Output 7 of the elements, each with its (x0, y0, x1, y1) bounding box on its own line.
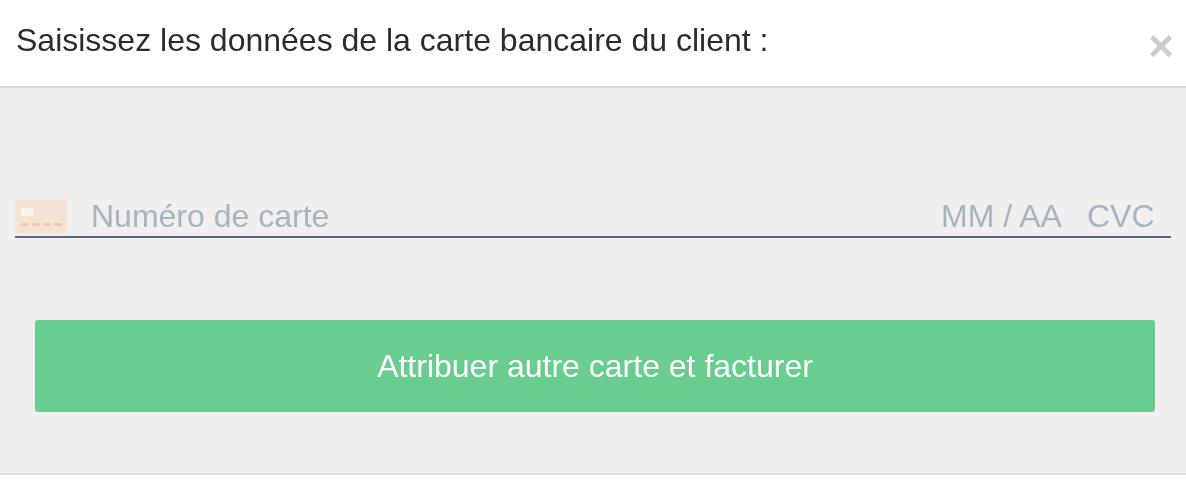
submit-button[interactable]: Attribuer autre carte et facturer (35, 320, 1155, 412)
dialog-title: Saisissez les données de la carte bancaire du client : (16, 21, 769, 60)
credit-card-icon (15, 199, 67, 233)
close-button[interactable]: × (1148, 24, 1174, 68)
cvc-field[interactable]: CVC (1087, 196, 1171, 236)
expiry-field[interactable]: MM / AA (941, 196, 1069, 236)
card-number-field[interactable]: Numéro de carte (91, 196, 941, 236)
